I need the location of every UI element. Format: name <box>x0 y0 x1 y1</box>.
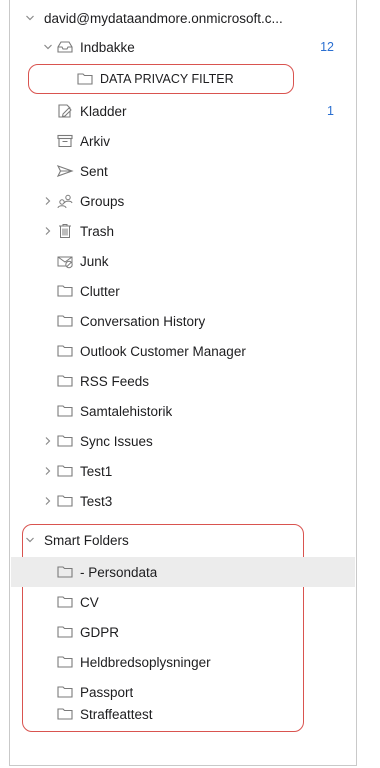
folder-icon <box>56 706 74 722</box>
folder-icon <box>56 343 74 359</box>
chevron-right-icon[interactable] <box>42 465 54 477</box>
folder-label: Conversation History <box>80 313 206 329</box>
folder-icon <box>56 624 74 640</box>
smart-folders-header[interactable]: Smart Folders <box>10 525 356 555</box>
folder-label: Groups <box>80 193 125 209</box>
folder-icon <box>56 373 74 389</box>
groups-icon <box>56 193 74 209</box>
folder-label: Kladder <box>80 103 127 119</box>
folder-outlook-customer-manager[interactable]: Outlook Customer Manager <box>10 336 356 366</box>
folder-icon <box>56 654 74 670</box>
smart-folder-straffeattest[interactable]: Straffeattest <box>10 699 356 729</box>
folder-label: DATA PRIVACY FILTER <box>100 72 234 86</box>
folder-label: Test3 <box>80 493 113 509</box>
folder-test1[interactable]: Test1 <box>10 456 356 486</box>
folder-label: GDPR <box>80 624 120 640</box>
unread-count: 1 <box>327 104 334 118</box>
folder-kladder[interactable]: Kladder 1 <box>10 96 356 126</box>
chevron-down-icon[interactable] <box>42 41 54 53</box>
folder-test3[interactable]: Test3 <box>10 486 356 516</box>
sent-icon <box>56 163 74 179</box>
folder-icon <box>56 433 74 449</box>
folder-label: Straffeattest <box>80 706 153 722</box>
folder-label: Heldbredsoplysninger <box>80 654 211 670</box>
folder-groups[interactable]: Groups <box>10 186 356 216</box>
smart-folder-heldbredsoplysninger[interactable]: Heldbredsoplysninger <box>10 647 356 677</box>
chevron-right-icon[interactable] <box>42 195 54 207</box>
folder-samtalehistorik[interactable]: Samtalehistorik <box>10 396 356 426</box>
smart-folder-persondata[interactable]: - Persondata <box>11 557 355 587</box>
folder-icon <box>56 313 74 329</box>
folder-arkiv[interactable]: Arkiv <box>10 126 356 156</box>
folder-data-privacy-filter[interactable]: DATA PRIVACY FILTER <box>10 64 356 94</box>
account-row[interactable]: david@mydataandmore.onmicrosoft.c... <box>10 3 356 33</box>
inbox-icon <box>56 39 74 55</box>
folder-icon <box>56 493 74 509</box>
chevron-down-icon[interactable] <box>24 12 36 24</box>
folder-rss-feeds[interactable]: RSS Feeds <box>10 366 356 396</box>
folder-label: Junk <box>80 253 109 269</box>
folder-sync-issues[interactable]: Sync Issues <box>10 426 356 456</box>
folder-icon <box>56 594 74 610</box>
folder-icon <box>56 403 74 419</box>
folder-label: - Persondata <box>80 564 158 580</box>
chevron-down-icon[interactable] <box>24 534 36 546</box>
folder-icon <box>56 564 74 580</box>
folder-label: Arkiv <box>80 133 110 149</box>
folder-conversation-history[interactable]: Conversation History <box>10 306 356 336</box>
folder-trash[interactable]: Trash <box>10 216 356 246</box>
smart-folder-gdpr[interactable]: GDPR <box>10 617 356 647</box>
folder-label: RSS Feeds <box>80 373 150 389</box>
folder-label: Sent <box>80 163 108 179</box>
folder-label: Indbakke <box>80 39 135 55</box>
archive-icon <box>56 133 74 149</box>
folder-junk[interactable]: Junk <box>10 246 356 276</box>
smart-folder-cv[interactable]: CV <box>10 587 356 617</box>
chevron-right-icon[interactable] <box>42 225 54 237</box>
folder-label: CV <box>80 594 99 610</box>
folder-icon <box>56 463 74 479</box>
folder-pane: david@mydataandmore.onmicrosoft.c... Ind… <box>9 0 357 766</box>
drafts-icon <box>56 103 74 119</box>
chevron-right-icon[interactable] <box>42 495 54 507</box>
folder-label: Passport <box>80 684 134 700</box>
folder-clutter[interactable]: Clutter <box>10 276 356 306</box>
folder-icon <box>76 71 94 87</box>
unread-count: 12 <box>320 40 334 54</box>
folder-icon <box>56 283 74 299</box>
folder-inbox[interactable]: Indbakke 12 <box>10 32 356 62</box>
folder-label: Samtalehistorik <box>80 403 173 419</box>
chevron-right-icon[interactable] <box>42 435 54 447</box>
folder-label: Clutter <box>80 283 120 299</box>
folder-sent[interactable]: Sent <box>10 156 356 186</box>
folder-label: Test1 <box>80 463 113 479</box>
account-name: david@mydataandmore.onmicrosoft.c... <box>44 10 283 26</box>
junk-icon <box>56 253 74 269</box>
folder-icon <box>56 684 74 700</box>
trash-icon <box>56 223 74 239</box>
folder-label: Sync Issues <box>80 433 153 449</box>
folder-label: Trash <box>80 223 115 239</box>
smart-folders-label: Smart Folders <box>44 532 129 548</box>
folder-label: Outlook Customer Manager <box>80 343 246 359</box>
